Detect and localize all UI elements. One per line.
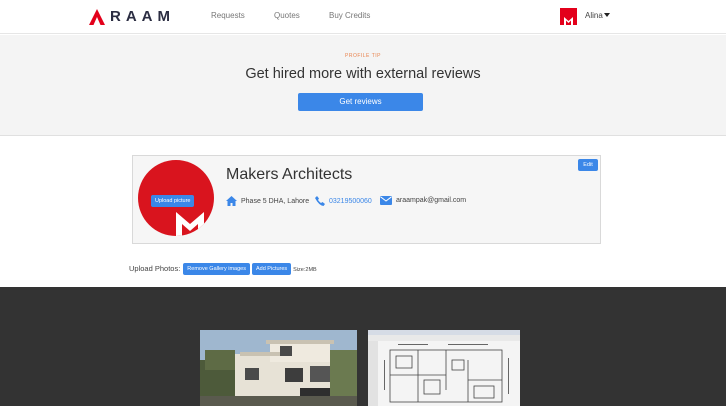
email-info: araampak@gmail.com xyxy=(380,196,466,205)
phone-link[interactable]: 03219500060 xyxy=(329,198,372,205)
user-avatar[interactable] xyxy=(560,8,577,25)
tip-title: Get hired more with external reviews xyxy=(245,66,481,82)
logo-mark xyxy=(89,9,105,25)
nav-buy-credits[interactable]: Buy Credits xyxy=(329,11,370,20)
gallery-section xyxy=(0,287,726,406)
phone-icon xyxy=(315,196,325,206)
house-photo-illustration xyxy=(200,330,357,406)
email-text: araampak@gmail.com xyxy=(396,197,467,204)
remove-gallery-button[interactable]: Remove Gallery images xyxy=(183,263,250,275)
phone-info: 03219500060 xyxy=(315,196,372,206)
nav-quotes[interactable]: Quotes xyxy=(274,11,300,20)
edit-button[interactable]: Edit xyxy=(578,159,598,171)
upload-photos-row: Upload Photos: Remove Gallery images Add… xyxy=(129,263,317,275)
avatar-m-logo xyxy=(564,17,573,25)
top-nav: RAAM Requests Quotes Buy Credits Alina xyxy=(0,0,726,34)
gallery-photo-house[interactable] xyxy=(200,330,357,406)
caret-down-icon[interactable] xyxy=(604,13,610,17)
logo[interactable]: RAAM xyxy=(89,8,175,26)
add-pictures-button[interactable]: Add Pictures xyxy=(251,263,292,275)
logo-text: RAAM xyxy=(110,8,175,25)
address-info: Phase 5 DHA, Lahore xyxy=(226,196,309,206)
upload-photos-label: Upload Photos: xyxy=(129,264,181,273)
upload-picture-button[interactable]: Upload picture xyxy=(151,195,195,207)
size-note: Size:2MB xyxy=(293,267,317,273)
profile-tip-banner: PROFILE TIP Get hired more with external… xyxy=(0,35,726,136)
address-text: Phase 5 DHA, Lahore xyxy=(241,197,310,205)
get-reviews-button[interactable]: Get reviews xyxy=(298,93,423,111)
home-icon xyxy=(226,196,237,206)
company-name: Makers Architects xyxy=(226,166,353,183)
tip-eyebrow: PROFILE TIP xyxy=(345,53,381,59)
envelope-icon xyxy=(380,196,392,205)
gallery-photo-floorplan[interactable] xyxy=(368,330,520,406)
nav-requests[interactable]: Requests xyxy=(211,11,245,20)
floorplan-illustration xyxy=(368,330,520,406)
user-name[interactable]: Alina xyxy=(585,11,603,20)
